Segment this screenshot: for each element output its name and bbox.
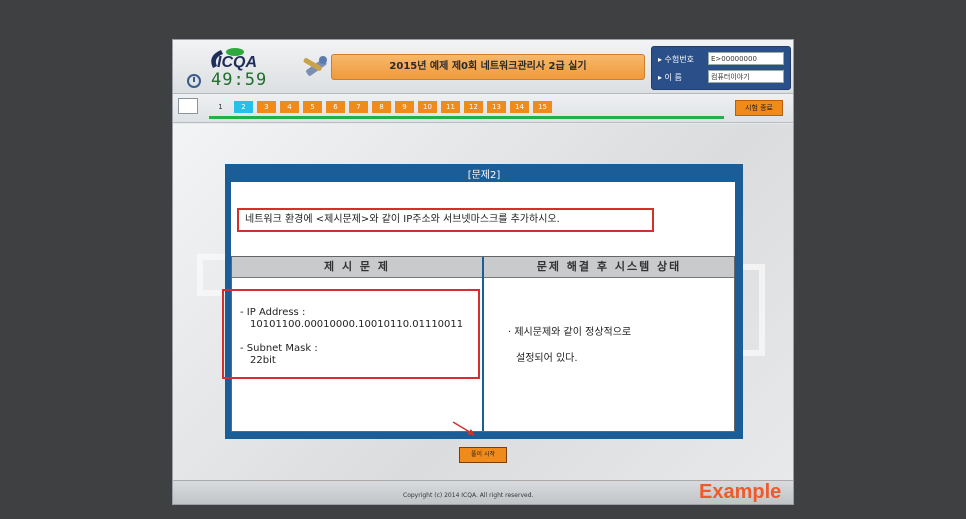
- question-number-button[interactable]: 13: [487, 101, 506, 113]
- question-number-button[interactable]: 1: [211, 101, 230, 113]
- name-label: ▸ 이 름: [658, 73, 682, 82]
- question-number-button[interactable]: 14: [510, 101, 529, 113]
- arrow-pointer-icon: [452, 421, 475, 436]
- exam-window: ICQA 49:59 2015년 예제 제0회 네트워크관리사 2급 실기 ▸ …: [172, 39, 794, 505]
- left-column-header: 제 시 문 제: [232, 257, 482, 278]
- clock-icon: [187, 74, 201, 88]
- question-number-button[interactable]: 7: [349, 101, 368, 113]
- ip-label: - IP Address :: [240, 307, 306, 318]
- memo-icon[interactable]: [178, 98, 198, 114]
- exam-title: 2015년 예제 제0회 네트워크관리사 2급 실기: [331, 54, 645, 80]
- name-field: 컴퓨터이야기: [708, 70, 784, 83]
- question-panel: [문제2] 네트워크 환경에 <제시문제>와 같이 IP주소와 서브넷마스크를 …: [222, 164, 743, 439]
- problem-table: 제 시 문 제 문제 해결 후 시스템 상태 - IP Address : 10…: [222, 256, 735, 432]
- exam-number-label: ▸ 수험번호: [658, 55, 694, 64]
- column-divider: [482, 257, 484, 431]
- question-number-button[interactable]: 11: [441, 101, 460, 113]
- question-number-button[interactable]: 15: [533, 101, 552, 113]
- mask-label: - Subnet Mask :: [240, 343, 318, 354]
- start-solving-button[interactable]: 풀이 시작: [459, 447, 507, 463]
- header: ICQA 49:59 2015년 예제 제0회 네트워크관리사 2급 실기 ▸ …: [173, 40, 793, 94]
- question-nav: 1 2 3 4 5 6 7 8 9 10 11 12 13 14 15 시험 종료: [173, 94, 793, 123]
- ip-value: 10101100.00010000.10010110.01110011: [250, 319, 464, 330]
- mask-value: 22bit: [250, 355, 276, 366]
- result-line-2: 설정되어 있다.: [516, 353, 578, 364]
- question-number-button[interactable]: 10: [418, 101, 437, 113]
- result-line-1: · 제시문제와 같이 정상적으로: [508, 327, 632, 338]
- end-exam-button[interactable]: 시험 종료: [735, 100, 783, 116]
- right-column-header: 문제 해결 후 시스템 상태: [484, 257, 734, 278]
- question-title: [문제2]: [467, 170, 501, 181]
- question-number-button[interactable]: 3: [257, 101, 276, 113]
- candidate-info: ▸ 수험번호 E>00000000 ▸ 이 름 컴퓨터이야기: [651, 46, 791, 90]
- question-number-button[interactable]: 9: [395, 101, 414, 113]
- question-number-list: 1 2 3 4 5 6 7 8 9 10 11 12 13 14 15: [211, 101, 552, 113]
- question-number-button[interactable]: 4: [280, 101, 299, 113]
- copyright-text: Copyright (c) 2014 ICQA. All right reser…: [403, 492, 534, 499]
- question-number-button[interactable]: 2: [234, 101, 253, 113]
- tools-icon: [303, 56, 327, 76]
- exam-number-row: ▸ 수험번호 E>00000000: [658, 52, 786, 67]
- timer: 49:59: [211, 70, 268, 90]
- question-number-button[interactable]: 12: [464, 101, 483, 113]
- question-number-button[interactable]: 5: [303, 101, 322, 113]
- question-number-button[interactable]: 6: [326, 101, 345, 113]
- footer: Copyright (c) 2014 ICQA. All right reser…: [173, 480, 793, 504]
- instruction-area: 네트워크 환경에 <제시문제>와 같이 IP주소와 서브넷마스크를 추가하시오.: [231, 182, 735, 256]
- question-canvas: [문제2] 네트워크 환경에 <제시문제>와 같이 IP주소와 서브넷마스크를 …: [173, 124, 793, 480]
- progress-bar: [209, 116, 725, 119]
- question-number-button[interactable]: 8: [372, 101, 391, 113]
- instruction-text: 네트워크 환경에 <제시문제>와 같이 IP주소와 서브넷마스크를 추가하시오.: [237, 208, 654, 232]
- name-row: ▸ 이 름 컴퓨터이야기: [658, 70, 786, 85]
- example-watermark: Example: [699, 481, 782, 503]
- exam-number-field: E>00000000: [708, 52, 784, 65]
